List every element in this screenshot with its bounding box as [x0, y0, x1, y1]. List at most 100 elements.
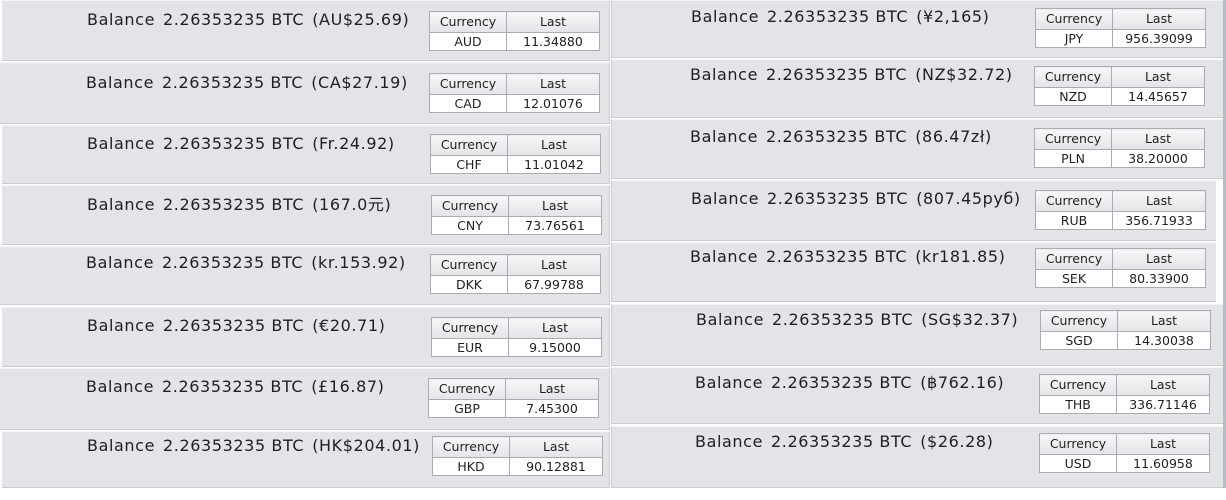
- last-price-cell[interactable]: 7.45300: [505, 399, 599, 418]
- currency-cell[interactable]: USD: [1039, 454, 1117, 473]
- last-column-header[interactable]: Last: [507, 254, 601, 276]
- currency-column-header[interactable]: Currency: [1035, 190, 1113, 212]
- currency-cell[interactable]: CHF: [430, 155, 508, 174]
- last-column-header[interactable]: Last: [1112, 8, 1206, 30]
- currency-column-header[interactable]: Currency: [428, 378, 506, 400]
- last-column-header[interactable]: Last: [1112, 190, 1206, 212]
- last-column-header[interactable]: Last: [1112, 248, 1206, 270]
- currency-cell[interactable]: DKK: [430, 275, 508, 294]
- currency-column-header[interactable]: Currency: [1039, 433, 1117, 455]
- currency-column-header[interactable]: Currency: [1034, 128, 1112, 150]
- balance-label: Balance: [86, 377, 155, 396]
- balance-converted: (kr.153.92): [311, 253, 406, 272]
- currency-cell[interactable]: THB: [1039, 395, 1117, 414]
- currency-column-header[interactable]: Currency: [431, 317, 509, 339]
- last-price-cell[interactable]: 12.01076: [506, 94, 600, 113]
- last-column-header[interactable]: Last: [506, 73, 600, 95]
- currency-column-header[interactable]: Currency: [1034, 66, 1112, 88]
- last-price-cell[interactable]: 67.99788: [507, 275, 601, 294]
- balance-amount: 2.26353235 BTC: [162, 377, 304, 396]
- last-price-cell[interactable]: 14.30038: [1117, 331, 1211, 350]
- last-price-cell[interactable]: 356.71933: [1112, 211, 1206, 230]
- balance-panel-cad: Balance 2.26353235 BTC (CA$27.19) Currency…: [0, 62, 610, 124]
- last-price-cell[interactable]: 9.15000: [508, 338, 602, 357]
- balance-converted: (฿762.16): [920, 373, 1005, 392]
- currency-cell[interactable]: CNY: [431, 216, 509, 235]
- currency-cell[interactable]: SGD: [1040, 331, 1118, 350]
- last-price-cell[interactable]: 11.60958: [1116, 454, 1210, 473]
- currency-cell[interactable]: HKD: [432, 457, 510, 476]
- last-price-cell[interactable]: 38.20000: [1111, 149, 1205, 168]
- currency-column-header[interactable]: Currency: [1040, 310, 1118, 332]
- balance-converted: (¥2,165): [916, 7, 990, 26]
- rate-table: Currency Last JPY 956.39099: [1035, 8, 1206, 48]
- table-row[interactable]: EUR 9.15000: [431, 338, 602, 357]
- balance-label: Balance: [87, 316, 156, 335]
- last-column-header[interactable]: Last: [1116, 374, 1210, 396]
- currency-cell[interactable]: JPY: [1035, 29, 1113, 48]
- currency-cell[interactable]: CAD: [429, 94, 507, 113]
- last-price-cell[interactable]: 11.01042: [507, 155, 601, 174]
- last-price-cell[interactable]: 336.71146: [1116, 395, 1210, 414]
- currency-column-header[interactable]: Currency: [1035, 8, 1113, 30]
- currency-cell[interactable]: GBP: [428, 399, 506, 418]
- balance-panel-sek: Balance 2.26353235 BTC (kr181.85) Currency…: [611, 242, 1216, 302]
- rate-table: Currency Last GBP 7.45300: [428, 378, 599, 418]
- currency-column-header[interactable]: Currency: [1035, 248, 1113, 270]
- currency-column-header[interactable]: Currency: [430, 134, 508, 156]
- currency-column-header[interactable]: Currency: [429, 73, 507, 95]
- last-column-header[interactable]: Last: [508, 195, 602, 217]
- last-column-header[interactable]: Last: [1111, 128, 1205, 150]
- last-column-header[interactable]: Last: [1117, 310, 1211, 332]
- table-row[interactable]: THB 336.71146: [1039, 395, 1210, 414]
- currency-cell[interactable]: NZD: [1034, 87, 1112, 106]
- last-price-cell[interactable]: 956.39099: [1112, 29, 1206, 48]
- table-row[interactable]: JPY 956.39099: [1035, 29, 1206, 48]
- balance-amount: 2.26353235 BTC: [766, 127, 908, 146]
- last-column-header[interactable]: Last: [509, 436, 603, 458]
- table-row[interactable]: CHF 11.01042: [430, 155, 601, 174]
- balance-converted: (CA$27.19): [311, 73, 408, 92]
- currency-column-header[interactable]: Currency: [431, 195, 509, 217]
- currency-cell[interactable]: PLN: [1034, 149, 1112, 168]
- table-row[interactable]: HKD 90.12881: [432, 457, 603, 476]
- table-row[interactable]: CAD 12.01076: [429, 94, 600, 113]
- table-row[interactable]: RUB 356.71933: [1035, 211, 1206, 230]
- table-row[interactable]: CNY 73.76561: [431, 216, 602, 235]
- last-price-cell[interactable]: 73.76561: [508, 216, 602, 235]
- currency-column-header[interactable]: Currency: [430, 254, 508, 276]
- table-row[interactable]: GBP 7.45300: [428, 399, 599, 418]
- rate-table: Currency Last PLN 38.20000: [1034, 128, 1205, 168]
- currency-column-header[interactable]: Currency: [429, 11, 507, 33]
- last-column-header[interactable]: Last: [1116, 433, 1210, 455]
- table-row[interactable]: SEK 80.33900: [1035, 269, 1206, 288]
- balance-label: Balance: [695, 432, 764, 451]
- balance-text: Balance 2.26353235 BTC (kr181.85): [690, 248, 1006, 266]
- table-row[interactable]: AUD 11.34880: [429, 32, 600, 51]
- currency-cell[interactable]: EUR: [431, 338, 509, 357]
- last-column-header[interactable]: Last: [1111, 66, 1205, 88]
- currency-cell[interactable]: SEK: [1035, 269, 1113, 288]
- currency-cell[interactable]: RUB: [1035, 211, 1113, 230]
- balance-amount: 2.26353235 BTC: [162, 253, 304, 272]
- table-row[interactable]: DKK 67.99788: [430, 275, 601, 294]
- table-row[interactable]: USD 11.60958: [1039, 454, 1210, 473]
- table-row[interactable]: PLN 38.20000: [1034, 149, 1205, 168]
- last-price-cell[interactable]: 14.45657: [1111, 87, 1205, 106]
- balance-converted: (SG$32.37): [921, 310, 1019, 329]
- currency-column-header[interactable]: Currency: [1039, 374, 1117, 396]
- balance-label: Balance: [691, 189, 760, 208]
- currency-cell[interactable]: AUD: [429, 32, 507, 51]
- balance-label: Balance: [86, 253, 155, 272]
- table-row[interactable]: NZD 14.45657: [1034, 87, 1205, 106]
- last-price-cell[interactable]: 11.34880: [506, 32, 600, 51]
- last-column-header[interactable]: Last: [508, 317, 602, 339]
- last-column-header[interactable]: Last: [505, 378, 599, 400]
- last-column-header[interactable]: Last: [507, 134, 601, 156]
- currency-column-header[interactable]: Currency: [432, 436, 510, 458]
- last-column-header[interactable]: Last: [506, 11, 600, 33]
- balance-panel-thb: Balance 2.26353235 BTC (฿762.16) Currency L…: [611, 367, 1223, 424]
- last-price-cell[interactable]: 80.33900: [1112, 269, 1206, 288]
- last-price-cell[interactable]: 90.12881: [509, 457, 603, 476]
- table-row[interactable]: SGD 14.30038: [1040, 331, 1211, 350]
